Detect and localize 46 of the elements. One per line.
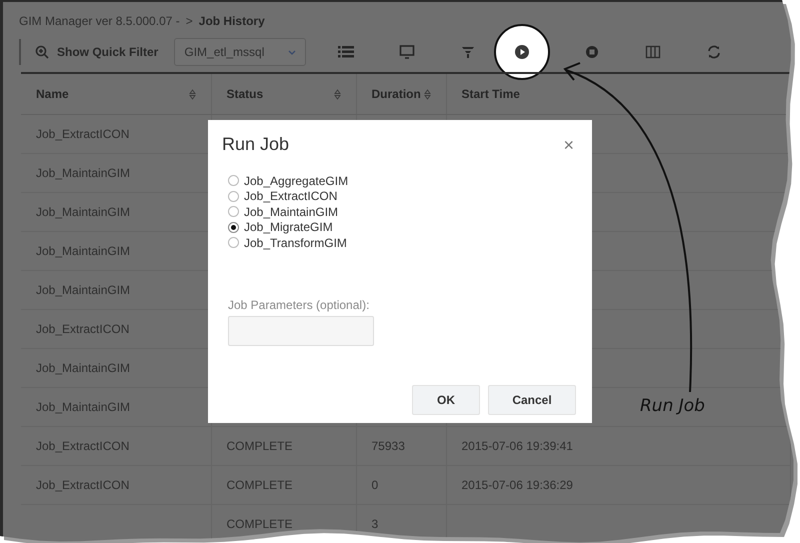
job-radio-option[interactable]: Job_TransformGIM [228,235,576,250]
table-cell: Job_MaintainGIM [36,205,130,219]
table-cell: Job_MaintainGIM [36,400,130,414]
table-cell: 2015-07-06 19:39:41 [462,439,573,453]
table-cell: Job_ExtractICON [36,439,130,453]
play-icon [515,45,530,59]
table-cell: Job_MaintainGIM [36,244,130,258]
dialog-title: Run Job [222,134,290,155]
column-header[interactable]: Name [21,73,211,114]
quick-filter-button[interactable]: Show Quick Filter [35,45,158,59]
job-radio-option[interactable]: Job_MigrateGIM [228,220,576,235]
table-cell: COMPLETE [226,478,293,492]
table-cell: COMPLETE [226,439,293,453]
table-cell: Job_MaintainGIM [36,361,130,375]
database-dropdown[interactable]: GIM_etl_mssql [174,38,306,66]
cancel-button[interactable]: Cancel [488,384,576,414]
parameters-field[interactable] [228,316,374,346]
table-cell: 75933 [372,439,405,453]
sort-icon [334,88,340,100]
table-cell: 2015-07-06 19:36:29 [462,478,573,492]
zoom-in-icon [35,45,49,59]
sort-icon [188,88,196,100]
table-cell: Job_ExtractICON [36,322,130,336]
sort-icon [424,88,430,100]
table-cell: COMPLETE [226,517,293,531]
column-header[interactable]: Status [211,73,356,114]
table-cell: Job_ExtractICON [36,127,130,141]
column-header[interactable]: Start Time [446,73,790,114]
breadcrumb-separator: > [186,14,193,28]
ok-button[interactable]: OK [412,384,480,414]
table-cell: Job_MaintainGIM [36,166,130,180]
breadcrumb-link[interactable]: GIM Manager ver 8.5.000.07 - [19,14,180,28]
column-header[interactable]: Duration [356,73,446,114]
close-button[interactable]: × [561,136,576,154]
job-radio-option[interactable]: Job_AggregateGIM [228,173,576,188]
chevron-icon [288,50,296,54]
job-radio-option[interactable]: Job_MaintainGIM [228,204,576,220]
page-title: Job History [198,14,265,28]
table-cell: 0 [372,478,378,492]
monitor-icon[interactable] [397,42,418,62]
table-cell: Job_ExtractICON [36,478,130,492]
annotation-label: Run Job [640,396,705,416]
parameters-label: Job Parameters (optional): [228,298,370,312]
table-cell: Job_MaintainGIM [36,283,130,297]
table-cell: 3 [372,517,378,531]
job-radio-option[interactable]: Job_ExtractICON [228,188,576,204]
